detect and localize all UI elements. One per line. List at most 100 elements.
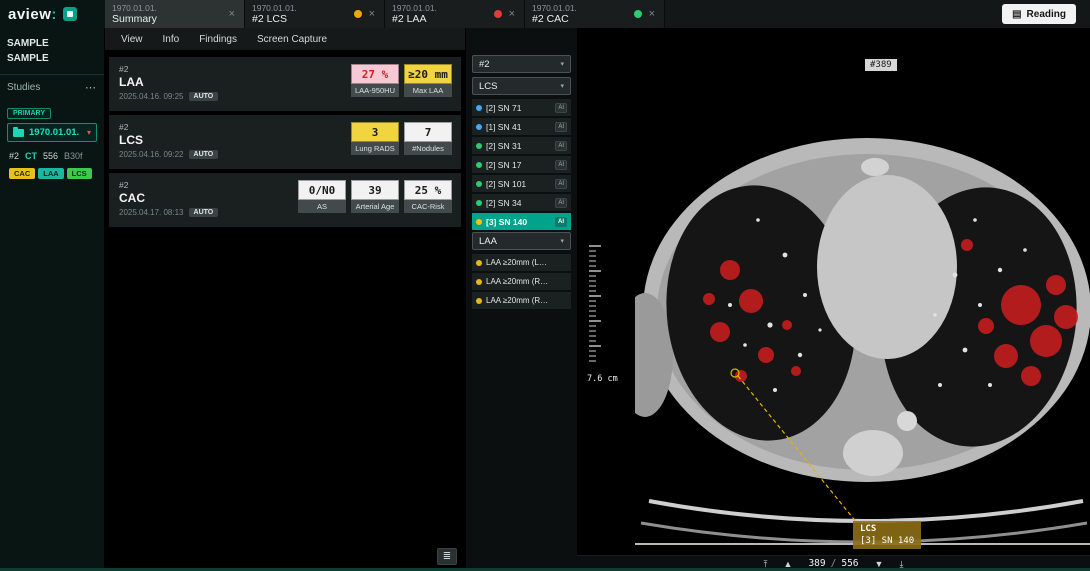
nodule-annotation-label[interactable]: LCS [3] SN 140 [853, 521, 921, 549]
close-icon[interactable]: × [647, 8, 657, 21]
metric-value: 39 [351, 180, 399, 200]
finding-dot [476, 143, 482, 149]
chevron-down-icon: ▾ [560, 60, 564, 68]
series-count: 556 [43, 151, 58, 161]
card-title: LAA [119, 75, 218, 89]
metric-label: Max LAA [404, 84, 452, 97]
book-icon: ▤ [1012, 9, 1021, 20]
tab-text: 1970.01.01. Summary [112, 3, 222, 25]
card-cac[interactable]: #2 CAC 2025.04.17. 08:13 AUTO 0/N0 AS [109, 173, 461, 227]
finding-sn101[interactable]: [2] SN 101 AI [472, 175, 571, 192]
study-item-19700101[interactable]: 1970.01.01. ▾ [7, 123, 97, 142]
tab-laa[interactable]: 1970.01.01. #2 LAA × [385, 0, 525, 28]
finding-sn31[interactable]: [2] SN 31 AI [472, 137, 571, 154]
card-metrics: 0/N0 AS 39 Arterial Age 25 % CAC-Risk [298, 180, 452, 219]
finding-dot [476, 260, 482, 266]
finding-dot [476, 200, 482, 206]
reading-button[interactable]: ▤ Reading [1002, 4, 1076, 24]
tab-date: 1970.01.01. [532, 3, 629, 13]
ct-axial-image [635, 55, 1090, 555]
studies-label: Studies [7, 82, 40, 93]
logo-area: aview: [0, 0, 105, 28]
metric-value: 25 % [404, 180, 452, 200]
card-meta: 2025.04.17. 08:13 AUTO [119, 208, 218, 217]
card-date: 2025.04.17. 08:13 [119, 208, 184, 217]
finding-dot [476, 279, 482, 285]
card-series-id: #2 [119, 122, 218, 132]
close-icon[interactable]: × [367, 8, 377, 21]
metric-value: 27 % [351, 64, 399, 84]
series-select[interactable]: #2 ▾ [472, 55, 571, 73]
summary-panel: View Info Findings Screen Capture #2 LAA… [105, 28, 465, 571]
findings-panel: #2 ▾ LCS ▾ [2] SN 71 AI [1] SN 41 AI [465, 28, 577, 571]
metric-label: Lung RADS [351, 142, 399, 155]
metric-lung-rads: 3 Lung RADS [351, 122, 399, 155]
badge-lcs: LCS [67, 168, 92, 179]
card-lcs[interactable]: #2 LCS 2025.04.16. 09:22 AUTO 3 Lung RAD… [109, 115, 461, 169]
more-icon[interactable]: ⋯ [85, 81, 97, 94]
close-icon[interactable]: × [227, 8, 237, 21]
ct-image-area[interactable]: #389 LCS [3] SN 140 [635, 55, 1090, 555]
menu-view[interactable]: View [121, 34, 143, 45]
tab-date: 1970.01.01. [392, 3, 489, 13]
chevron-down-icon[interactable]: ▾ [87, 128, 91, 137]
series-modality: CT [25, 151, 37, 161]
divider [0, 74, 104, 75]
finding-label: LAA ≥20mm (R… [486, 277, 548, 286]
finding-sn71[interactable]: [2] SN 71 AI [472, 99, 571, 116]
finding-sn34[interactable]: [2] SN 34 AI [472, 194, 571, 211]
tab-cac[interactable]: 1970.01.01. #2 CAC × [525, 0, 665, 28]
finding-laa-right-1[interactable]: LAA ≥20mm (R… [472, 273, 571, 290]
metric-label: CAC-Risk [404, 200, 452, 213]
metric-value: 3 [351, 122, 399, 142]
sidebar: SAMPLE SAMPLE Studies ⋯ PRIMARY 1970.01.… [0, 28, 105, 571]
finding-laa-right-2[interactable]: LAA ≥20mm (R… [472, 292, 571, 309]
close-icon[interactable]: × [507, 8, 517, 21]
finding-label: LAA ≥20mm (R… [486, 296, 548, 305]
card-series-id: #2 [119, 64, 218, 74]
list-view-button[interactable]: ≣ [437, 548, 457, 565]
finding-label: [2] SN 71 [486, 103, 521, 113]
lcs-group-value: LCS [479, 81, 497, 92]
menu-findings[interactable]: Findings [199, 34, 237, 45]
metric-value: 0/N0 [298, 180, 346, 200]
finding-laa-left[interactable]: LAA ≥20mm (L… [472, 254, 571, 271]
ai-badge: AI [555, 198, 567, 208]
app-logo: aview: [8, 6, 57, 23]
card-date: 2025.04.16. 09:22 [119, 150, 184, 159]
tab-text: 1970.01.01. #2 LCS [252, 3, 349, 25]
series-row[interactable]: #2 CT 556 B30f [7, 151, 97, 161]
finding-dot [476, 298, 482, 304]
laa-group-value: LAA [479, 236, 497, 247]
card-laa[interactable]: #2 LAA 2025.04.16. 09:25 AUTO 27 % LAA-9… [109, 57, 461, 111]
metric-label: #Nodules [404, 142, 452, 155]
metric-as: 0/N0 AS [298, 180, 346, 213]
metric-arterial-age: 39 Arterial Age [351, 180, 399, 213]
tab-title: #2 LCS [252, 13, 349, 25]
auto-badge: AUTO [189, 92, 219, 101]
folder-icon [13, 129, 24, 137]
ai-badge: AI [555, 103, 567, 113]
tab-title: Summary [112, 13, 222, 25]
finding-dot [476, 219, 482, 225]
annotation-id: [3] SN 140 [860, 536, 914, 546]
finding-label: [2] SN 31 [486, 141, 521, 151]
finding-sn41[interactable]: [1] SN 41 AI [472, 118, 571, 135]
tab-summary[interactable]: 1970.01.01. Summary × [105, 0, 245, 28]
finding-sn17[interactable]: [2] SN 17 AI [472, 156, 571, 173]
tab-text: 1970.01.01. #2 LAA [392, 3, 489, 25]
finding-label: [1] SN 41 [486, 122, 521, 132]
topbar-spacer [665, 0, 1002, 28]
metric-label: AS [298, 200, 346, 213]
metric-value: ≥20 mm [404, 64, 452, 84]
metric-max-laa: ≥20 mm Max LAA [404, 64, 452, 97]
lcs-group-select[interactable]: LCS ▾ [472, 77, 571, 95]
menu-screen-capture[interactable]: Screen Capture [257, 34, 327, 45]
tab-lcs[interactable]: 1970.01.01. #2 LCS × [245, 0, 385, 28]
finding-sn140-selected[interactable]: [3] SN 140 AI [472, 213, 571, 230]
laa-group-select[interactable]: LAA ▾ [472, 232, 571, 250]
app-badge-icon [63, 7, 77, 21]
ai-badge: AI [555, 122, 567, 132]
finding-label: LAA ≥20mm (L… [486, 258, 547, 267]
menu-info[interactable]: Info [163, 34, 180, 45]
